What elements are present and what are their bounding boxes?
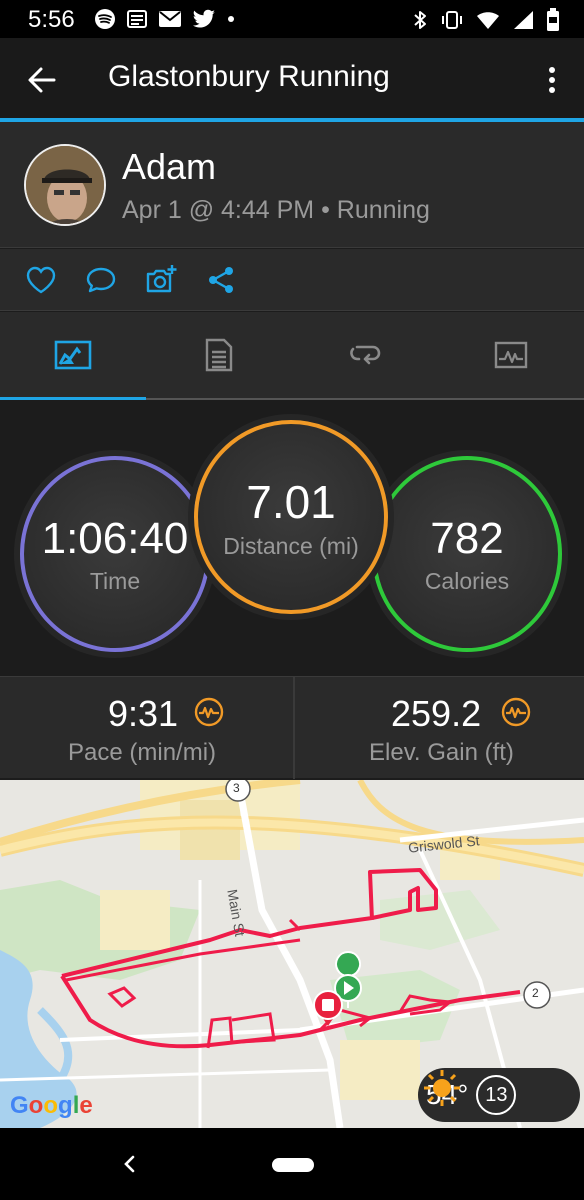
distance-stat: 7.01 Distance (mi) <box>194 420 388 614</box>
wifi-icon <box>477 12 499 29</box>
google-logo: Google <box>10 1092 93 1119</box>
signal-icon <box>514 11 533 29</box>
system-icons <box>412 8 560 32</box>
page-title: Glastonbury Running <box>108 60 390 93</box>
overflow-menu-icon[interactable] <box>540 62 564 98</box>
social-actions <box>0 249 584 311</box>
nav-back-icon[interactable] <box>120 1152 140 1176</box>
summary-stats: 1:06:40 Time 782 Calories 7.01 Distance … <box>0 400 584 676</box>
spotify-icon <box>95 9 115 29</box>
tab-charts[interactable] <box>438 312 584 398</box>
wind-speed: 13 <box>485 1083 508 1106</box>
activity-meta: Apr 1 @ 4:44 PM • Running <box>122 196 430 224</box>
status-bar: 5:56 <box>0 0 584 38</box>
avatar[interactable] <box>24 144 106 226</box>
calories-value: 782 <box>430 513 504 563</box>
overview-chart-icon <box>54 340 92 370</box>
route-3-label: 3 <box>233 781 240 795</box>
comment-icon[interactable] <box>84 263 118 297</box>
laps-loop-icon <box>350 345 381 365</box>
news-icon <box>127 10 147 28</box>
time-label: Time <box>89 567 141 594</box>
more-notifications-icon <box>228 16 234 22</box>
distance-label: Distance (mi) <box>223 532 359 559</box>
twitter-icon <box>193 9 215 28</box>
elev-gain-value: 259.2 <box>391 693 482 734</box>
calories-label: Calories <box>424 567 510 594</box>
status-time: 5:56 <box>28 6 75 33</box>
activity-tabs <box>0 312 584 400</box>
nav-home-button[interactable] <box>272 1158 314 1172</box>
athlete-name[interactable]: Adam <box>122 146 216 188</box>
gmail-icon <box>159 11 181 27</box>
tab-laps[interactable] <box>292 312 438 398</box>
pace-value: 9:31 <box>108 693 179 734</box>
sunny-icon <box>424 1070 460 1106</box>
time-stat: 1:06:40 Time <box>20 456 210 652</box>
avatar-photo <box>26 146 104 224</box>
wind-indicator: 13 <box>476 1075 517 1115</box>
secondary-metrics: 9:31 Pace (min/mi) 259.2 Elev. Gain (ft) <box>0 676 584 779</box>
elev-gain-label: Elev. Gain (ft) <box>369 739 514 766</box>
bluetooth-icon <box>414 11 426 29</box>
calories-stat: 782 Calories <box>372 456 562 652</box>
distance-value: 7.01 <box>246 475 336 528</box>
app-bar: Glastonbury Running <box>0 38 584 120</box>
pace-info-icon[interactable] <box>194 697 224 727</box>
vibrate-icon <box>442 11 462 29</box>
activity-header: Adam Apr 1 @ 4:44 PM • Running <box>0 122 584 248</box>
tab-details[interactable] <box>146 312 292 398</box>
pace-label: Pace (min/mi) <box>68 739 217 766</box>
share-icon[interactable] <box>204 263 238 297</box>
battery-icon <box>547 8 559 31</box>
route-2-label: 2 <box>532 986 539 1000</box>
add-photo-icon[interactable] <box>144 263 178 297</box>
weather-badge[interactable]: 54° 13 <box>418 1068 580 1122</box>
system-nav-bar <box>0 1128 584 1200</box>
time-value: 1:06:40 <box>41 513 189 563</box>
elev-gain-metric: 259.2 Elev. Gain (ft) <box>293 677 584 779</box>
document-icon <box>205 338 233 372</box>
graph-icon <box>494 341 528 369</box>
notification-icons <box>94 8 236 30</box>
pace-metric: 9:31 Pace (min/mi) <box>0 677 291 779</box>
elev-info-icon[interactable] <box>501 697 531 727</box>
back-arrow-icon[interactable] <box>24 62 60 98</box>
route-map[interactable]: 3 2 Griswold St Main St Google 54° 13 <box>0 780 584 1128</box>
tab-overview[interactable] <box>0 312 146 400</box>
like-heart-icon[interactable] <box>24 263 58 297</box>
